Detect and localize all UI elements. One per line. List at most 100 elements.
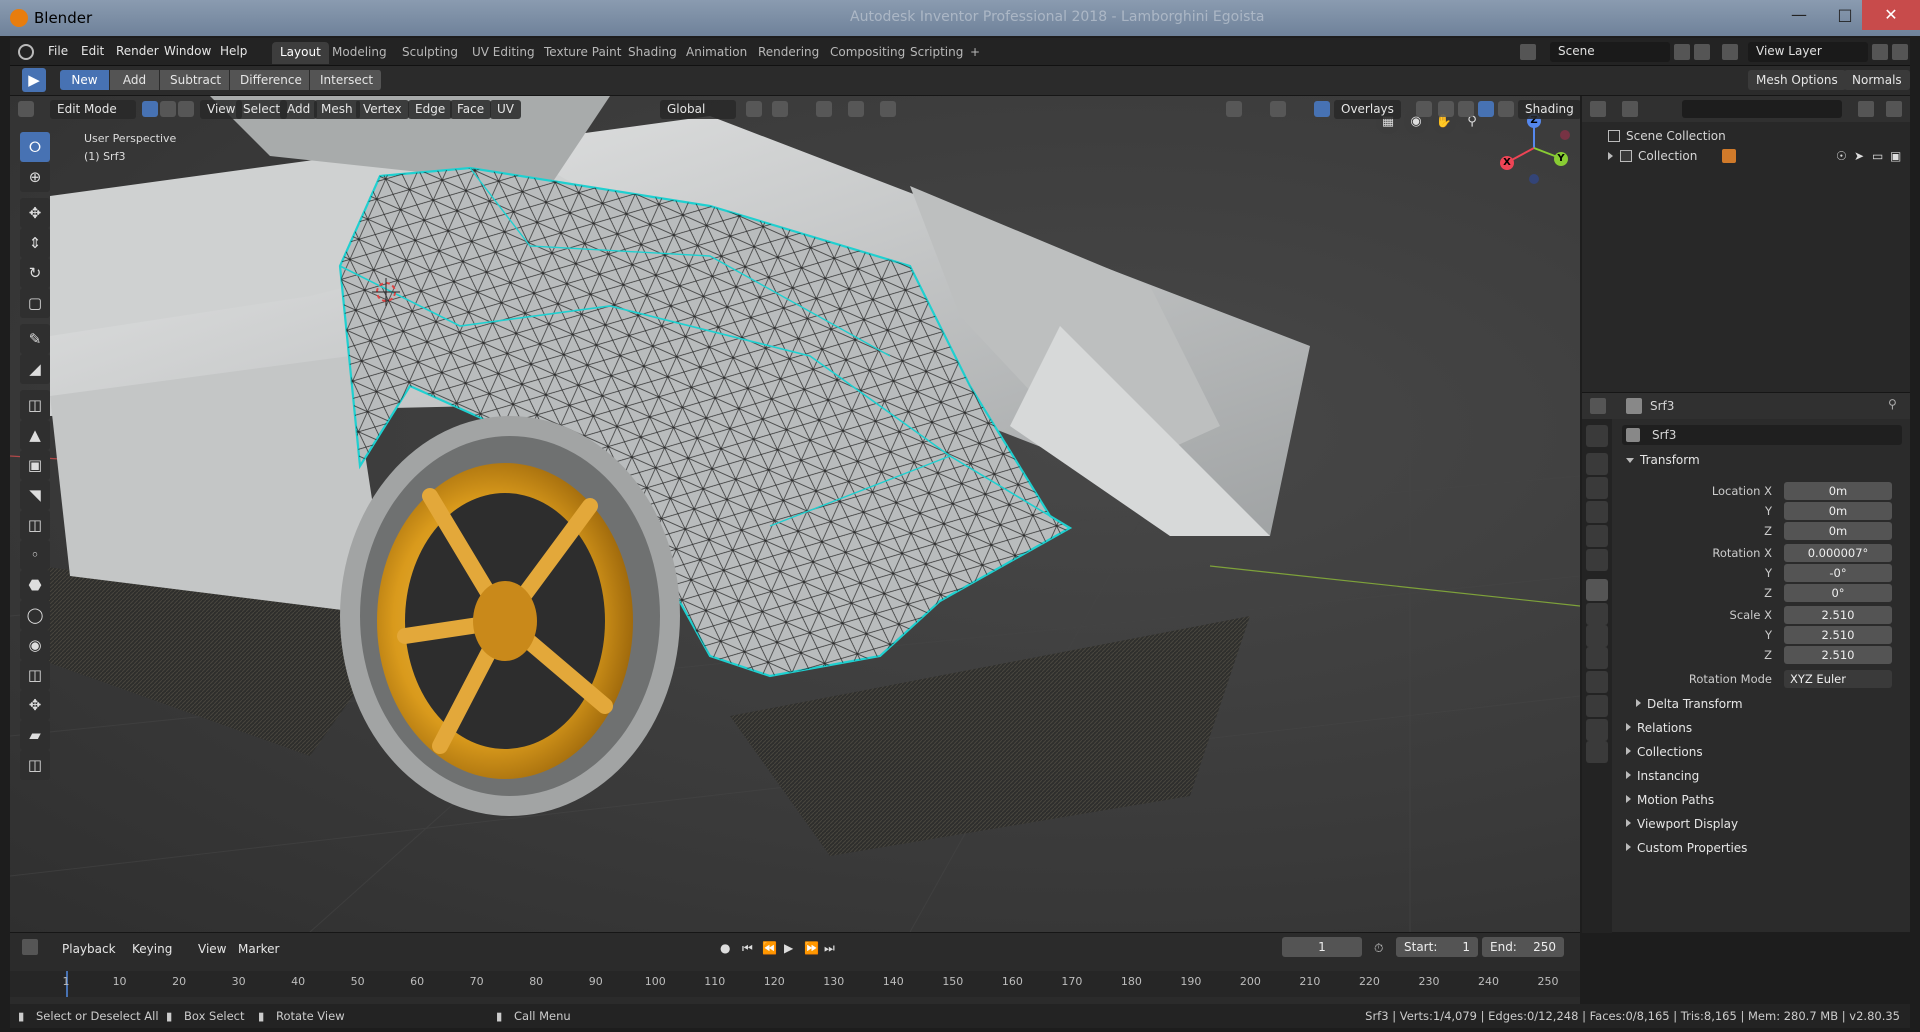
menu-edit[interactable]: Edit bbox=[81, 44, 104, 58]
timeline-ruler[interactable]: 1 10 20 30 40 50 60 70 80 90 100 110 120 130 140 150 160… bbox=[10, 971, 1580, 997]
jump-start-icon[interactable]: ⏮ bbox=[742, 941, 753, 956]
gizmo-neg-x-axis[interactable] bbox=[1560, 130, 1570, 140]
gizmo-toggle-icon[interactable] bbox=[1270, 101, 1286, 117]
tab-texture-paint[interactable]: Texture Paint bbox=[536, 42, 629, 64]
bevel-tool[interactable]: ◥ bbox=[20, 480, 50, 510]
editor-type-icon[interactable] bbox=[22, 939, 38, 955]
move-tool[interactable]: ✥ bbox=[20, 198, 50, 228]
menu-edge[interactable]: Edge bbox=[408, 100, 453, 119]
panel-relations[interactable]: Relations bbox=[1612, 717, 1910, 739]
output-tab-icon[interactable] bbox=[1586, 477, 1608, 499]
close-window-button[interactable]: ✕ bbox=[1862, 0, 1920, 30]
transform-gizmo-icon[interactable] bbox=[880, 101, 896, 117]
navigation-gizmo[interactable]: Z X Y bbox=[1494, 110, 1574, 190]
tab-animation[interactable]: Animation bbox=[678, 42, 755, 64]
delete-scene-icon[interactable] bbox=[1694, 44, 1710, 60]
view-object-types-icon[interactable] bbox=[1226, 101, 1242, 117]
particles-tab-icon[interactable] bbox=[1586, 625, 1608, 647]
tab-modeling[interactable]: Modeling bbox=[324, 42, 395, 64]
editor-type-icon[interactable] bbox=[18, 101, 34, 117]
edge-select-icon[interactable] bbox=[160, 101, 176, 117]
view-layer-tab-icon[interactable] bbox=[1586, 501, 1608, 523]
scene-type-icon[interactable] bbox=[1520, 44, 1536, 60]
render-tab-icon[interactable] bbox=[1586, 453, 1608, 475]
location-y-field[interactable]: 0m bbox=[1784, 502, 1892, 520]
texture-tab-icon[interactable] bbox=[1586, 741, 1608, 763]
rip-region-tool[interactable]: ◫ bbox=[20, 750, 50, 780]
panel-instancing[interactable]: Instancing bbox=[1612, 765, 1910, 787]
tab-rendering[interactable]: Rendering bbox=[750, 42, 827, 64]
cursor-tool[interactable]: ⊕ bbox=[20, 162, 50, 192]
outliner-row-scene-collection[interactable]: Scene Collection bbox=[1582, 126, 1910, 146]
shear-tool[interactable]: ▰ bbox=[20, 720, 50, 750]
proportional-edit-icon[interactable] bbox=[816, 101, 832, 117]
panel-motion-paths[interactable]: Motion Paths bbox=[1612, 789, 1910, 811]
stopwatch-icon[interactable]: ⏱ bbox=[1374, 941, 1383, 956]
menu-view[interactable]: View bbox=[198, 942, 226, 956]
bool-intersect-button[interactable]: Intersect bbox=[310, 70, 382, 90]
scale-tool[interactable]: ▢ bbox=[20, 288, 50, 318]
rendered-shading-icon[interactable] bbox=[1498, 101, 1514, 117]
menu-add[interactable]: Add bbox=[280, 100, 318, 119]
transform-panel-header[interactable]: Transform bbox=[1612, 449, 1910, 471]
record-icon[interactable]: ● bbox=[720, 941, 730, 955]
knife-tool[interactable]: ◦ bbox=[20, 540, 50, 570]
constraints-tab-icon[interactable] bbox=[1586, 671, 1608, 693]
select-box-tool[interactable]: ⭘ bbox=[20, 132, 50, 162]
menu-window[interactable]: Window bbox=[164, 44, 211, 58]
jump-prev-keyframe-icon[interactable]: ⏪ bbox=[762, 941, 777, 955]
scene-tab-icon[interactable] bbox=[1586, 525, 1608, 547]
solid-shading-icon[interactable] bbox=[1458, 101, 1474, 117]
panel-custom-properties[interactable]: Custom Properties bbox=[1612, 837, 1910, 859]
smooth-tool[interactable]: ◉ bbox=[20, 630, 50, 660]
rotation-x-field[interactable]: 0.000007° bbox=[1784, 544, 1892, 562]
bool-add-button[interactable]: Add bbox=[110, 70, 160, 90]
gizmo-y-axis[interactable]: Y bbox=[1554, 152, 1568, 166]
outliner-search-input[interactable] bbox=[1682, 100, 1842, 118]
object-tab-icon[interactable] bbox=[1586, 579, 1608, 601]
bool-difference-button[interactable]: Difference bbox=[230, 70, 310, 90]
pivot-icon[interactable] bbox=[746, 101, 762, 117]
scale-x-field[interactable]: 2.510 bbox=[1784, 606, 1892, 624]
tab-shading[interactable]: Shading bbox=[620, 42, 685, 64]
display-mode-icon[interactable] bbox=[1622, 101, 1638, 117]
gizmo-x-axis[interactable]: X bbox=[1500, 156, 1514, 170]
annotate-tool[interactable]: ✎ bbox=[20, 324, 50, 354]
gizmo-neg-z-axis[interactable] bbox=[1529, 174, 1539, 184]
menu-vertex[interactable]: Vertex bbox=[356, 100, 409, 119]
menu-help[interactable]: Help bbox=[220, 44, 247, 58]
tool-tab-icon[interactable] bbox=[1586, 425, 1608, 447]
minimize-button[interactable]: — bbox=[1776, 0, 1822, 30]
add-workspace-button[interactable]: + bbox=[962, 42, 988, 64]
shrink-fatten-tool[interactable]: ✥ bbox=[20, 690, 50, 720]
start-frame-field[interactable]: Start: 1 bbox=[1396, 937, 1478, 957]
blender-menu-icon[interactable] bbox=[18, 44, 34, 60]
loop-cut-tool[interactable]: ◫ bbox=[20, 510, 50, 540]
menu-render[interactable]: Render bbox=[116, 44, 159, 58]
shading-dropdown[interactable]: Shading bbox=[1518, 100, 1580, 119]
panel-collections[interactable]: Collections bbox=[1612, 741, 1910, 763]
outliner-row-collection[interactable]: Collection ☉ ➤ ▭ ▣ bbox=[1582, 146, 1910, 166]
orientation-dropdown[interactable]: Global bbox=[660, 100, 736, 119]
data-tab-icon[interactable] bbox=[1586, 695, 1608, 717]
edge-slide-tool[interactable]: ◫ bbox=[20, 660, 50, 690]
overlays-toggle-icon[interactable] bbox=[1314, 101, 1330, 117]
jump-next-keyframe-icon[interactable]: ⏩ bbox=[804, 941, 819, 955]
wireframe-shading-icon[interactable] bbox=[1438, 101, 1454, 117]
render-camera-icon[interactable]: ▣ bbox=[1890, 149, 1901, 163]
scale-y-field[interactable]: 2.510 bbox=[1784, 626, 1892, 644]
material-tab-icon[interactable] bbox=[1586, 719, 1608, 741]
normals-dropdown[interactable]: Normals bbox=[1844, 70, 1910, 90]
view-layer-field[interactable]: View Layer bbox=[1748, 42, 1868, 62]
scene-name-field[interactable]: Scene bbox=[1550, 42, 1670, 62]
menu-marker[interactable]: Marker bbox=[238, 942, 279, 956]
scale-z-field[interactable]: 2.510 bbox=[1784, 646, 1892, 664]
tab-scripting[interactable]: Scripting bbox=[902, 42, 971, 64]
menu-face[interactable]: Face bbox=[450, 100, 492, 119]
overlays-dropdown[interactable]: Overlays bbox=[1334, 100, 1401, 119]
physics-tab-icon[interactable] bbox=[1586, 647, 1608, 669]
view-layer-icon[interactable] bbox=[1722, 44, 1738, 60]
menu-keying[interactable]: Keying bbox=[132, 942, 172, 956]
panel-viewport-display[interactable]: Viewport Display bbox=[1612, 813, 1910, 835]
object-name-field[interactable]: Srf3 bbox=[1622, 425, 1902, 445]
